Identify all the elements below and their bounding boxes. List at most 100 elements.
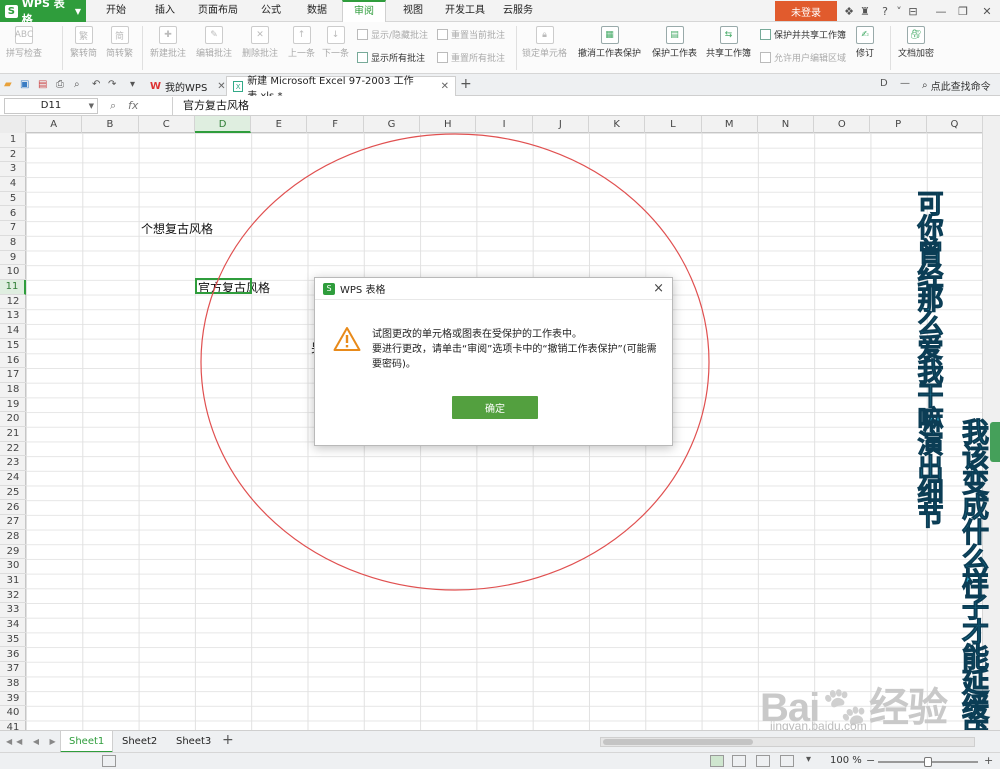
- row-header-19[interactable]: 19: [0, 398, 26, 413]
- maximize-icon[interactable]: ❐: [956, 3, 970, 19]
- row-header-5[interactable]: 5: [0, 192, 26, 207]
- sheet-tab-3[interactable]: Sheet3: [168, 731, 219, 753]
- undo-icon[interactable]: ↶: [92, 79, 103, 90]
- reset-current-comment-button[interactable]: 重置当前批注: [437, 28, 505, 41]
- chevron-down-icon[interactable]: ˅: [892, 3, 906, 19]
- name-box[interactable]: D11 ▼: [4, 98, 98, 114]
- row-header-34[interactable]: 34: [0, 618, 26, 633]
- next-comment-button[interactable]: ↓ 下一条: [322, 26, 349, 59]
- zoom-out-icon[interactable]: −: [866, 754, 875, 767]
- row-header-4[interactable]: 4: [0, 177, 26, 192]
- row-header-36[interactable]: 36: [0, 648, 26, 663]
- row-header-33[interactable]: 33: [0, 603, 26, 619]
- save-icon[interactable]: ▣: [20, 79, 31, 90]
- close-icon[interactable]: ×: [653, 281, 664, 296]
- row-header-20[interactable]: 20: [0, 412, 26, 427]
- ok-button[interactable]: 确定: [452, 396, 538, 419]
- row-header-27[interactable]: 27: [0, 515, 26, 530]
- tab-developer[interactable]: 开发工具: [440, 0, 490, 22]
- help-icon[interactable]: ?: [878, 3, 892, 19]
- column-header-i[interactable]: I: [476, 116, 533, 133]
- select-all-corner[interactable]: [0, 116, 26, 133]
- row-header-17[interactable]: 17: [0, 368, 26, 383]
- show-all-comments-button[interactable]: 显示所有批注: [357, 51, 425, 64]
- close-icon[interactable]: ✕: [980, 3, 994, 19]
- row-header-3[interactable]: 3: [0, 162, 26, 178]
- row-header-38[interactable]: 38: [0, 677, 26, 692]
- show-hide-comment-button[interactable]: 显示/隐藏批注: [357, 28, 428, 41]
- new-tab-button[interactable]: +: [460, 76, 472, 92]
- lock-cell-button[interactable]: 🔒︎ 锁定单元格: [522, 26, 567, 59]
- close-tab-icon[interactable]: ✕: [441, 81, 449, 92]
- column-header-q[interactable]: Q: [927, 116, 982, 133]
- column-header-h[interactable]: H: [420, 116, 477, 133]
- row-header-25[interactable]: 25: [0, 486, 26, 501]
- redo-icon[interactable]: ↷: [108, 79, 119, 90]
- row-header-24[interactable]: 24: [0, 471, 26, 486]
- to-traditional-button[interactable]: 繁繁转简: [70, 26, 97, 59]
- app-menu-button[interactable]: S WPS 表格 ▼: [0, 0, 86, 26]
- minimize-icon[interactable]: —: [934, 3, 948, 19]
- reading-mode-icon[interactable]: [780, 755, 794, 767]
- row-header-41[interactable]: 41: [0, 721, 26, 730]
- zoom-options-icon[interactable]: ▾: [806, 754, 811, 765]
- column-header-f[interactable]: F: [308, 116, 364, 133]
- delete-comment-button[interactable]: ✕ 删除批注: [242, 26, 278, 59]
- login-button[interactable]: 未登录: [775, 1, 837, 21]
- share-workbook-button[interactable]: ⇆ 共享工作簿: [706, 26, 751, 59]
- protect-sheet-button[interactable]: ▤ 保护工作表: [652, 26, 697, 59]
- zoom-slider[interactable]: [878, 757, 978, 767]
- row-header-9[interactable]: 9: [0, 251, 26, 266]
- zoom-search-icon[interactable]: ⌕: [110, 99, 116, 113]
- tab-page-layout[interactable]: 页面布局: [190, 0, 246, 22]
- page-break-view-icon[interactable]: [732, 755, 746, 767]
- allow-edit-ranges-button[interactable]: 允许用户编辑区域: [760, 51, 846, 64]
- restore-ribbon-icon[interactable]: ⊟: [906, 3, 920, 19]
- row-header-32[interactable]: 32: [0, 589, 26, 604]
- row-header-13[interactable]: 13: [0, 309, 26, 325]
- wps-doc-icon[interactable]: D: [880, 78, 888, 89]
- horizontal-scrollbar[interactable]: [600, 737, 975, 747]
- column-header-a[interactable]: A: [26, 116, 83, 133]
- row-header-18[interactable]: 18: [0, 383, 26, 398]
- row-header-21[interactable]: 21: [0, 427, 26, 442]
- column-header-m[interactable]: M: [702, 116, 758, 133]
- column-header-d[interactable]: D: [194, 116, 252, 133]
- tab-cloud-service[interactable]: 云服务: [496, 0, 540, 22]
- print-icon[interactable]: ⎙: [56, 79, 67, 90]
- minimize-doc-icon[interactable]: —: [900, 78, 910, 89]
- row-header-22[interactable]: 22: [0, 442, 26, 457]
- tab-insert[interactable]: 插入: [146, 0, 184, 22]
- row-header-26[interactable]: 26: [0, 501, 26, 516]
- function-icon[interactable]: fx: [128, 99, 138, 112]
- tab-my-wps[interactable]: W 我的WPS ✕: [144, 76, 232, 96]
- tab-review[interactable]: 审阅: [342, 0, 386, 22]
- reset-all-comments-button[interactable]: 重置所有批注: [437, 51, 505, 64]
- edit-comment-button[interactable]: ✎ 编辑批注: [196, 26, 232, 59]
- row-header-15[interactable]: 15: [0, 339, 26, 354]
- tab-data[interactable]: 数据: [298, 0, 336, 22]
- page-layout-view-icon[interactable]: [756, 755, 770, 767]
- row-header-31[interactable]: 31: [0, 574, 26, 589]
- column-header-e[interactable]: E: [251, 116, 308, 133]
- customize-toolbar-icon[interactable]: ▾: [130, 79, 141, 90]
- row-header-29[interactable]: 29: [0, 545, 26, 560]
- column-header-o[interactable]: O: [814, 116, 871, 133]
- row-header-28[interactable]: 28: [0, 530, 26, 545]
- print-preview-icon[interactable]: ⌕: [74, 79, 85, 90]
- column-header-k[interactable]: K: [589, 116, 646, 133]
- encrypt-document-button[interactable]: 🔐︎ 文档加密: [898, 26, 934, 59]
- row-header-12[interactable]: 12: [0, 295, 26, 310]
- row-header-35[interactable]: 35: [0, 633, 26, 648]
- cell-c7[interactable]: 个想复古风格: [141, 220, 213, 237]
- sheet-tab-2[interactable]: Sheet2: [114, 731, 165, 753]
- scrollbar-thumb[interactable]: [603, 739, 753, 745]
- row-header-40[interactable]: 40: [0, 706, 26, 721]
- row-header-14[interactable]: 14: [0, 324, 26, 339]
- track-changes-button[interactable]: ✍ 修订: [856, 26, 874, 59]
- row-header-8[interactable]: 8: [0, 236, 26, 251]
- spell-check-button[interactable]: ABC 拼写检查: [6, 26, 42, 59]
- column-header-l[interactable]: L: [645, 116, 702, 133]
- sheet-tab-1[interactable]: Sheet1: [60, 731, 114, 753]
- find-command-box[interactable]: ⌕ 点此查找命令: [922, 78, 991, 93]
